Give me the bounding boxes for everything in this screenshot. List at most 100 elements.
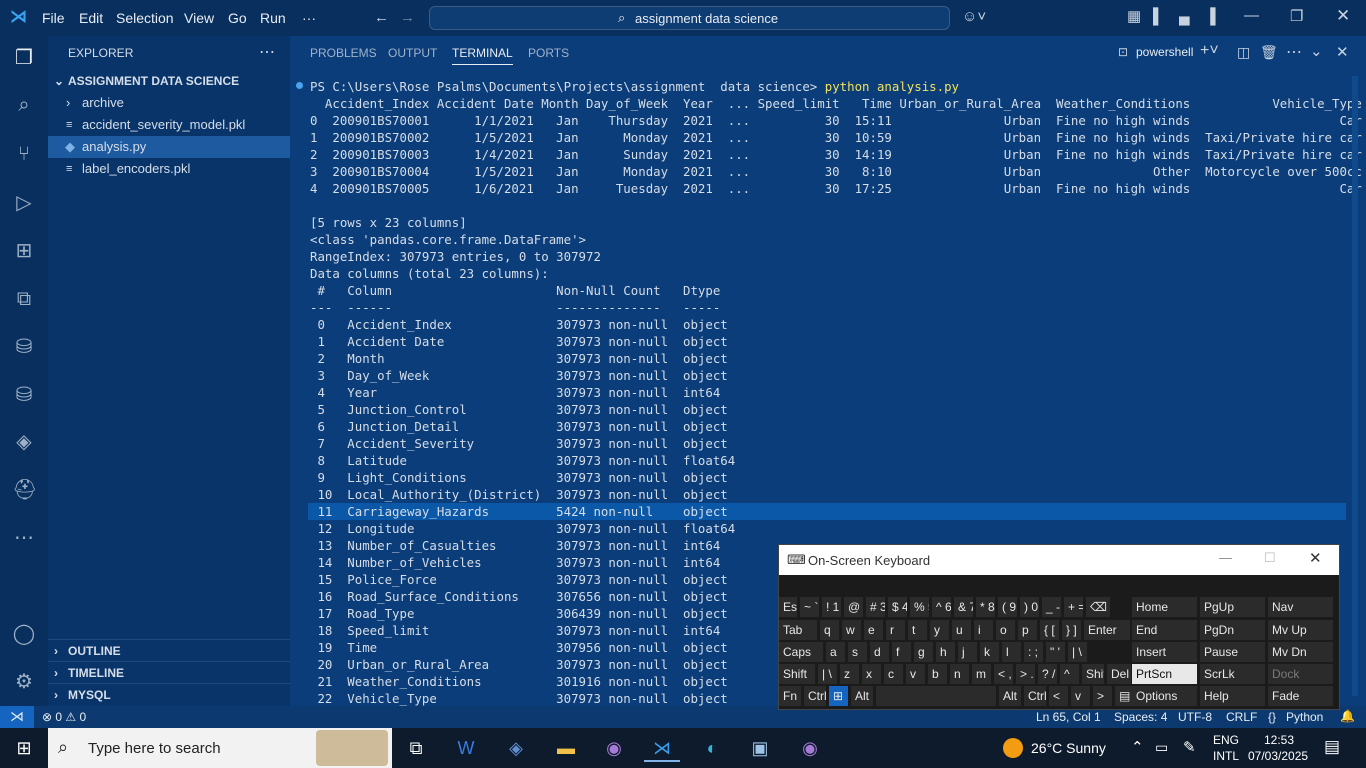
vscode-logo-icon[interactable]: ⋊: [10, 8, 27, 25]
osk-key[interactable]: c: [884, 664, 903, 684]
osk-key[interactable]: ^ 6: [932, 597, 951, 617]
osk-key[interactable]: y: [930, 620, 949, 640]
mysql-section[interactable]: › MYSQL: [48, 683, 290, 705]
osk-key[interactable]: g: [914, 642, 933, 662]
accounts-icon[interactable]: ◯: [12, 622, 36, 646]
osk-key[interactable]: b: [928, 664, 947, 684]
osk-key[interactable]: } ]: [1062, 620, 1081, 640]
osk-key[interactable]: w: [842, 620, 861, 640]
notification-center-icon[interactable]: ▤: [1324, 737, 1340, 757]
indentation[interactable]: Spaces: 4: [1114, 710, 1167, 724]
database-icon[interactable]: ⛁: [12, 335, 36, 359]
tray-chevron-icon[interactable]: ⌃: [1131, 738, 1144, 756]
menu-run[interactable]: Run: [260, 10, 286, 26]
weather-text[interactable]: 26°C Sunny: [1031, 740, 1106, 756]
tab-problems[interactable]: PROBLEMS: [310, 46, 377, 60]
command-center-search[interactable]: ⌕ assignment data science: [429, 6, 950, 30]
github-icon[interactable]: ◉: [792, 734, 828, 762]
osk-key[interactable]: % 5: [910, 597, 929, 617]
tab-output[interactable]: OUTPUT: [388, 46, 437, 60]
clock-time[interactable]: 12:53: [1264, 733, 1294, 747]
osk-key[interactable]: a: [826, 642, 845, 662]
outline-section[interactable]: › OUTLINE: [48, 639, 290, 661]
toggle-sidebar-icon[interactable]: ▌: [1153, 9, 1164, 25]
language-mode[interactable]: Python: [1286, 710, 1323, 724]
osk-key[interactable]: h: [936, 642, 955, 662]
osk-key[interactable]: Alt: [851, 686, 873, 706]
osk-nav-key[interactable]: Help: [1200, 686, 1265, 706]
osk-key[interactable]: s: [848, 642, 867, 662]
menu-go[interactable]: Go: [228, 10, 247, 26]
encoding[interactable]: UTF-8: [1178, 710, 1212, 724]
forward-arrow-icon[interactable]: →: [400, 10, 415, 26]
restore-icon[interactable]: ❐: [1290, 9, 1303, 25]
osk-key[interactable]: f: [892, 642, 911, 662]
osk-nav-key[interactable]: End: [1132, 620, 1197, 640]
osk-key[interactable]: < ,: [994, 664, 1013, 684]
explorer-icon[interactable]: ❐: [12, 46, 36, 70]
osk-key[interactable]: e: [864, 620, 883, 640]
tab-terminal[interactable]: TERMINAL: [452, 46, 513, 65]
osk-nav-key[interactable]: ScrLk: [1200, 664, 1265, 684]
osk-nav-key[interactable]: Pause: [1200, 642, 1265, 662]
notifications-icon[interactable]: 🔔: [1340, 709, 1355, 723]
task-view-icon[interactable]: ⧉: [398, 734, 434, 762]
extensions-icon[interactable]: ⊞: [12, 239, 36, 263]
osk-key[interactable]: | \: [818, 664, 837, 684]
menu-view[interactable]: View: [184, 10, 214, 26]
osk-minimize-icon[interactable]: —: [1219, 550, 1232, 565]
osk-key[interactable]: v: [1071, 686, 1090, 706]
problems-count[interactable]: ⊗ 0 ⚠ 0: [42, 710, 86, 724]
osk-key[interactable]: + =: [1064, 597, 1083, 617]
manage-gear-icon[interactable]: ⚙: [12, 670, 36, 694]
back-arrow-icon[interactable]: ←: [374, 10, 389, 26]
cursor-position[interactable]: Ln 65, Col 1: [1036, 710, 1101, 724]
osk-nav-key[interactable]: Mv Up: [1268, 620, 1333, 640]
language-line1[interactable]: ENG: [1213, 733, 1239, 747]
battery-icon[interactable]: ▭: [1155, 739, 1168, 756]
remote-desktop-icon[interactable]: ▣: [742, 734, 778, 762]
osk-key[interactable]: " ': [1046, 642, 1065, 662]
panel-more-icon[interactable]: ⋯: [1286, 42, 1302, 62]
sql-tools-icon[interactable]: ⛁: [12, 383, 36, 407]
split-terminal-icon[interactable]: ◫: [1237, 44, 1250, 61]
osk-nav-key[interactable]: Options: [1132, 686, 1197, 706]
layers-icon[interactable]: ◈: [12, 430, 36, 454]
osk-nav-key[interactable]: Mv Dn: [1268, 642, 1333, 662]
pen-icon[interactable]: ✎: [1183, 738, 1196, 756]
osk-nav-key[interactable]: Insert: [1132, 642, 1197, 662]
osk-key[interactable]: ^: [1060, 664, 1079, 684]
osk-maximize-icon[interactable]: ☐: [1264, 550, 1276, 566]
close-window-icon[interactable]: ✕: [1336, 7, 1350, 24]
osk-key[interactable]: > .: [1016, 664, 1035, 684]
osk-key[interactable]: Del: [1107, 664, 1131, 684]
osk-nav-key[interactable]: Home: [1132, 597, 1197, 617]
osk-key[interactable]: { [: [1040, 620, 1059, 640]
osk-key[interactable]: ? /: [1038, 664, 1057, 684]
timeline-section[interactable]: › TIMELINE: [48, 661, 290, 683]
toggle-secondary-sidebar-icon[interactable]: ▐: [1205, 9, 1216, 25]
minimize-icon[interactable]: —: [1244, 8, 1259, 24]
new-terminal-icon[interactable]: +˅: [1200, 42, 1219, 60]
customize-layout-icon[interactable]: ▦: [1127, 9, 1141, 25]
osk-key[interactable]: @ 2: [844, 597, 863, 617]
search-icon[interactable]: ⌕: [12, 93, 36, 117]
osk-key[interactable]: # 3: [866, 597, 885, 617]
project-folder-header[interactable]: ⌄ ASSIGNMENT DATA SCIENCE: [48, 70, 290, 92]
osk-key-space[interactable]: [876, 686, 996, 706]
osk-key[interactable]: u: [952, 620, 971, 640]
file-explorer-icon[interactable]: ▬: [548, 734, 584, 762]
osk-key[interactable]: Tab: [779, 620, 817, 640]
osk-key[interactable]: | \: [1068, 642, 1087, 662]
osk-key[interactable]: i: [974, 620, 993, 640]
edge-icon[interactable]: ◐: [694, 734, 730, 762]
word-icon[interactable]: W: [448, 734, 484, 762]
toggle-panel-icon[interactable]: ▄: [1179, 9, 1190, 25]
explorer-more-icon[interactable]: ⋯: [259, 42, 275, 62]
osk-key[interactable]: k: [980, 642, 999, 662]
osk-key[interactable]: t: [908, 620, 927, 640]
close-panel-icon[interactable]: ✕: [1336, 43, 1349, 61]
osk-key[interactable]: * 8: [976, 597, 995, 617]
osk-nav-key[interactable]: PgDn: [1200, 620, 1265, 640]
osk-key[interactable]: j: [958, 642, 977, 662]
